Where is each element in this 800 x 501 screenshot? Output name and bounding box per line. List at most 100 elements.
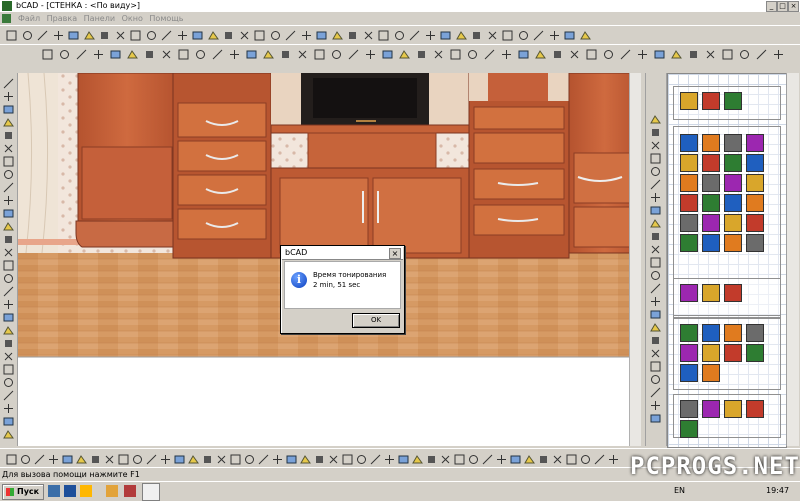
draw-tool-icon[interactable] [2,233,15,246]
toolbar-tool-icon[interactable] [142,47,157,62]
palette-tool-icon[interactable] [724,234,742,252]
palette-tool-icon[interactable] [680,324,698,342]
toolbar-tool-icon[interactable] [82,28,97,43]
toolbar-tool-icon[interactable] [363,47,378,62]
palette-tool-icon[interactable] [702,154,720,172]
snap-tool-icon[interactable] [649,386,662,399]
palette-tool-icon[interactable] [680,194,698,212]
toolbar-tool-icon[interactable] [606,452,621,467]
draw-tool-icon[interactable] [2,246,15,259]
snap-tool-icon[interactable] [649,308,662,321]
snap-tool-icon[interactable] [649,204,662,217]
toolbar-tool-icon[interactable] [214,452,229,467]
draw-tool-icon[interactable] [2,311,15,324]
palette-tool-icon[interactable] [746,324,764,342]
menu-help[interactable]: Помощь [149,12,183,25]
palette-tool-icon[interactable] [702,214,720,232]
snap-tool-icon[interactable] [649,113,662,126]
draw-tool-icon[interactable] [2,155,15,168]
toolbar-tool-icon[interactable] [516,47,531,62]
toolbar-tool-icon[interactable] [144,28,159,43]
toolbar-tool-icon[interactable] [252,28,267,43]
palette-tool-icon[interactable] [702,194,720,212]
toolbar-tool-icon[interactable] [592,452,607,467]
language-indicator[interactable]: EN [674,486,685,495]
toolbar-tool-icon[interactable] [88,452,103,467]
toolbar-tool-icon[interactable] [669,47,684,62]
toolbar-tool-icon[interactable] [703,47,718,62]
start-button[interactable]: Пуск [2,484,44,500]
toolbar-tool-icon[interactable] [284,452,299,467]
toolbar-tool-icon[interactable] [480,452,495,467]
menu-edit[interactable]: Правка [47,12,77,25]
draw-tool-icon[interactable] [2,259,15,272]
toolbar-tool-icon[interactable] [508,452,523,467]
palette-tool-icon[interactable] [746,344,764,362]
toolbar-tool-icon[interactable] [368,452,383,467]
toolbar-tool-icon[interactable] [176,47,191,62]
snap-tool-icon[interactable] [649,360,662,373]
maximize-button[interactable]: □ [777,1,788,12]
ok-button[interactable]: OK [352,313,400,328]
draw-tool-icon[interactable] [2,272,15,285]
toolbar-tool-icon[interactable] [396,452,411,467]
toolbar-tool-icon[interactable] [46,452,61,467]
quicklaunch-icon[interactable] [48,485,60,497]
toolbar-tool-icon[interactable] [340,452,355,467]
snap-tool-icon[interactable] [649,230,662,243]
palette-tool-icon[interactable] [724,92,742,110]
snap-tool-icon[interactable] [649,217,662,230]
app-taskbar-icon[interactable] [124,485,136,497]
toolbar-tool-icon[interactable] [482,47,497,62]
snap-tool-icon[interactable] [649,399,662,412]
close-button[interactable]: × [788,1,799,12]
toolbar-tool-icon[interactable] [74,452,89,467]
draw-tool-icon[interactable] [2,77,15,90]
toolbar-tool-icon[interactable] [186,452,201,467]
toolbar-tool-icon[interactable] [737,47,752,62]
menu-file[interactable]: Файл [18,12,40,25]
toolbar-tool-icon[interactable] [550,452,565,467]
toolbar-tool-icon[interactable] [57,47,72,62]
draw-tool-icon[interactable] [2,142,15,155]
toolbar-tool-icon[interactable] [312,452,327,467]
toolbar-tool-icon[interactable] [172,452,187,467]
palette-tool-icon[interactable] [702,324,720,342]
toolbar-tool-icon[interactable] [485,28,500,43]
toolbar-tool-icon[interactable] [516,28,531,43]
toolbar-tool-icon[interactable] [35,28,50,43]
toolbar-tool-icon[interactable] [536,452,551,467]
dialog-close-button[interactable]: × [389,248,401,259]
draw-tool-icon[interactable] [2,337,15,350]
toolbar-tool-icon[interactable] [268,28,283,43]
palette-tool-icon[interactable] [746,194,764,212]
bcad-taskbar-button[interactable] [142,483,160,501]
toolbar-tool-icon[interactable] [469,28,484,43]
palette-tool-icon[interactable] [724,134,742,152]
toolbar-tool-icon[interactable] [159,28,174,43]
menu-window[interactable]: Окно [122,12,143,25]
palette-tool-icon[interactable] [746,214,764,232]
toolbar-tool-icon[interactable] [354,452,369,467]
toolbar-tool-icon[interactable] [392,28,407,43]
draw-tool-icon[interactable] [2,376,15,389]
palette-tool-icon[interactable] [680,154,698,172]
toolbar-tool-icon[interactable] [754,47,769,62]
folder-icon[interactable] [106,485,118,497]
palette-tool-icon[interactable] [680,364,698,382]
toolbar-tool-icon[interactable] [227,47,242,62]
toolbar-tool-icon[interactable] [466,452,481,467]
toolbar-tool-icon[interactable] [397,47,412,62]
toolbar-tool-icon[interactable] [283,28,298,43]
toolbar-tool-icon[interactable] [66,28,81,43]
snap-tool-icon[interactable] [649,295,662,308]
toolbar-tool-icon[interactable] [40,47,55,62]
toolbar-tool-icon[interactable] [686,47,701,62]
draw-tool-icon[interactable] [2,363,15,376]
draw-tool-icon[interactable] [2,298,15,311]
toolbar-tool-icon[interactable] [97,28,112,43]
toolbar-tool-icon[interactable] [494,452,509,467]
toolbar-tool-icon[interactable] [346,47,361,62]
toolbar-tool-icon[interactable] [414,47,429,62]
toolbar-tool-icon[interactable] [144,452,159,467]
